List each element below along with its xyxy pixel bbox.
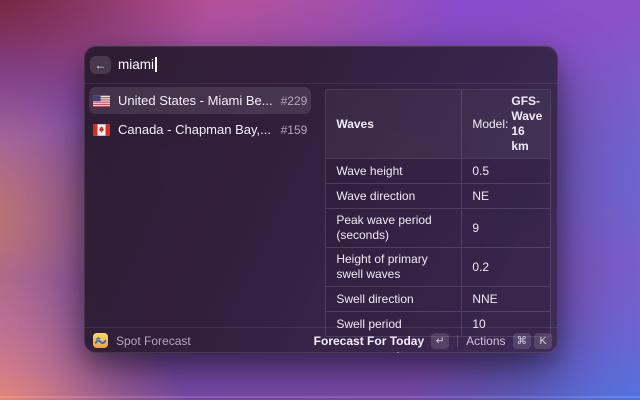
enter-key-icon: ↵ [436,335,445,347]
k-keycap: K [534,333,552,349]
table-row: Wave direction NE [326,183,550,208]
enter-keycap: ↵ [431,333,449,349]
row-value: NNE [461,287,550,311]
us-flag-icon [93,95,110,107]
desktop-horizon-glow [0,396,640,398]
detail-pane: Waves Model: GFS-Wave 16 km Wave height … [316,84,558,327]
command-key-icon: ⌘ [517,335,528,347]
waves-table: Waves Model: GFS-Wave 16 km Wave height … [325,89,551,337]
result-canada-chapman-bay[interactable]: Canada - Chapman Bay,... #159 [89,116,311,143]
result-badge: #229 [281,94,308,108]
row-label: Height of primary swell waves [326,248,461,286]
row-label: Swell direction [326,287,461,311]
actions-label: Actions [466,334,505,348]
result-badge: #159 [281,123,308,137]
spot-forecast-app-icon [93,333,108,348]
results-list: United States - Miami Be... #229 [84,84,316,327]
table-row: Swell direction NNE [326,286,550,311]
forecast-for-today-button[interactable]: Forecast For Today ↵ [314,333,449,349]
primary-action-label: Forecast For Today [314,334,424,348]
result-label: Canada - Chapman Bay,... [118,122,273,137]
left-arrow-icon: ← [95,58,107,72]
table-header-label: Waves [326,90,461,158]
table-row: Height of primary swell waves 0.2 [326,247,550,286]
search-query-text: miami [118,57,154,72]
footer-bar: Spot Forecast Forecast For Today ↵ Actio… [84,327,558,353]
divider [457,335,458,347]
cmd-keycap: ⌘ [513,333,532,349]
table-row: Peak wave period (seconds) 9 [326,208,550,247]
window-body: United States - Miami Be... #229 [84,84,558,327]
row-value: NE [461,184,550,208]
actions-button[interactable]: Actions ⌘ K [466,333,552,349]
row-value: 0.2 [461,248,550,286]
row-label: Peak wave period (seconds) [326,209,461,247]
result-united-states-miami[interactable]: United States - Miami Be... #229 [89,87,311,114]
search-input[interactable]: miami [118,57,157,72]
model-value: GFS-Wave 16 km [511,94,542,154]
table-header-row: Waves Model: GFS-Wave 16 km [326,90,550,158]
row-label: Wave height [326,159,461,183]
result-label: United States - Miami Be... [118,93,273,108]
launcher-window: ← miami [84,46,558,353]
k-key-label: K [539,335,546,347]
table-header-model: Model: GFS-Wave 16 km [461,90,550,158]
model-prefix: Model: [472,117,508,132]
text-caret [155,57,157,72]
row-value: 9 [461,209,550,247]
app-name-label: Spot Forecast [116,334,191,348]
footer-actions: Forecast For Today ↵ Actions ⌘ K [314,333,552,349]
table-row: Wave height 0.5 [326,158,550,183]
row-value: 0.5 [461,159,550,183]
back-button[interactable]: ← [90,56,111,74]
row-label: Wave direction [326,184,461,208]
search-bar: ← miami [84,46,558,84]
ca-flag-icon [93,124,110,136]
